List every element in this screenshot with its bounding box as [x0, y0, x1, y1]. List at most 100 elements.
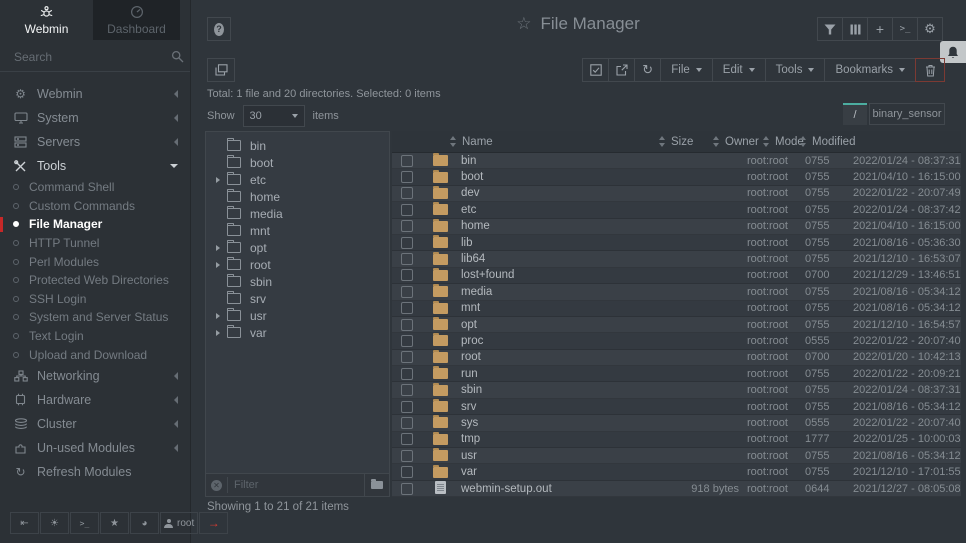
sidebar-item-networking[interactable]: Networking: [0, 364, 190, 388]
copy-path-button[interactable]: [207, 58, 235, 82]
tab-webmin[interactable]: Webmin: [0, 0, 93, 40]
refresh-button[interactable]: ↻: [634, 58, 661, 82]
edit-menu-button[interactable]: Edit: [712, 58, 766, 82]
row-checkbox[interactable]: [401, 302, 413, 314]
tree-item-srv[interactable]: srv: [206, 290, 389, 307]
tree-item-mnt[interactable]: mnt: [206, 222, 389, 239]
tree-item-sbin[interactable]: sbin: [206, 273, 389, 290]
collapse-sidebar-button[interactable]: ⇤: [10, 512, 39, 534]
row-checkbox[interactable]: [401, 204, 413, 216]
table-row-sbin[interactable]: sbin root:root 0755 2022/01/24 - 08:37:3…: [392, 382, 961, 398]
sidebar-item-refresh-modules[interactable]: ↻ Refresh Modules: [0, 460, 190, 484]
row-checkbox[interactable]: [401, 187, 413, 199]
breadcrumb-root[interactable]: /: [843, 103, 867, 125]
table-row-bin[interactable]: bin root:root 0755 2022/01/24 - 08:37:31: [392, 153, 961, 169]
expand-caret-icon[interactable]: [216, 262, 220, 268]
table-row-sys[interactable]: sys root:root 0555 2022/01/22 - 20:07:40: [392, 415, 961, 431]
row-checkbox[interactable]: [401, 253, 413, 265]
tree-folder-toggle[interactable]: [364, 474, 389, 496]
sidebar-item-custom-commands[interactable]: Custom Commands: [0, 197, 190, 216]
file-name[interactable]: lost+found: [458, 269, 624, 281]
file-name[interactable]: proc: [458, 335, 624, 347]
breadcrumb-segment[interactable]: binary_sensor: [869, 103, 945, 125]
expand-caret-icon[interactable]: [216, 330, 220, 336]
sidebar-item-file-manager[interactable]: File Manager: [0, 215, 190, 234]
row-checkbox[interactable]: [401, 335, 413, 347]
file-name[interactable]: usr: [458, 450, 624, 462]
sidebar-item-command-shell[interactable]: Command Shell: [0, 178, 190, 197]
tree-item-bin[interactable]: bin: [206, 137, 389, 154]
table-row-dev[interactable]: dev root:root 0755 2022/01/22 - 20:07:49: [392, 186, 961, 202]
table-row-proc[interactable]: proc root:root 0555 2022/01/22 - 20:07:4…: [392, 333, 961, 349]
show-items-select[interactable]: 30: [243, 105, 305, 127]
table-row-usr[interactable]: usr root:root 0755 2021/08/16 - 05:34:12: [392, 448, 961, 464]
row-checkbox[interactable]: [401, 237, 413, 249]
file-name[interactable]: root: [458, 351, 624, 363]
table-row-srv[interactable]: srv root:root 0755 2021/08/16 - 05:34:12: [392, 399, 961, 415]
row-checkbox[interactable]: [401, 220, 413, 232]
theme-button[interactable]: ☀: [40, 512, 69, 534]
file-name[interactable]: etc: [458, 204, 624, 216]
stats-button[interactable]: ◕: [130, 512, 159, 534]
file-name[interactable]: bin: [458, 155, 624, 167]
table-row-run[interactable]: run root:root 0755 2022/01/22 - 20:09:21: [392, 366, 961, 382]
tree-item-root[interactable]: root: [206, 256, 389, 273]
sidebar-item-system-and-server-status[interactable]: System and Server Status: [0, 308, 190, 327]
row-checkbox[interactable]: [401, 368, 413, 380]
file-name[interactable]: run: [458, 368, 624, 380]
terminal-button[interactable]: >_: [70, 512, 99, 534]
file-name[interactable]: dev: [458, 187, 624, 199]
sidebar-item-system[interactable]: System: [0, 106, 190, 130]
tree-item-etc[interactable]: etc: [206, 171, 389, 188]
new-button[interactable]: +: [867, 17, 893, 41]
columns-button[interactable]: [842, 17, 868, 41]
row-checkbox[interactable]: [401, 171, 413, 183]
expand-caret-icon[interactable]: [216, 245, 220, 251]
file-name[interactable]: lib64: [458, 253, 624, 265]
file-name[interactable]: media: [458, 286, 624, 298]
row-checkbox[interactable]: [401, 401, 413, 413]
row-checkbox[interactable]: [401, 269, 413, 281]
row-checkbox[interactable]: [401, 155, 413, 167]
row-checkbox[interactable]: [401, 384, 413, 396]
tree-item-media[interactable]: media: [206, 205, 389, 222]
search-icon[interactable]: [171, 50, 184, 63]
file-name[interactable]: mnt: [458, 302, 624, 314]
sidebar-item-tools[interactable]: Tools: [0, 154, 190, 178]
tree-filter-input[interactable]: [227, 477, 364, 493]
sidebar-item-perl-modules[interactable]: Perl Modules: [0, 252, 190, 271]
sidebar-item-ssh-login[interactable]: SSH Login: [0, 290, 190, 309]
file-name[interactable]: sys: [458, 417, 624, 429]
table-row-lib[interactable]: lib root:root 0755 2021/08/16 - 05:36:30: [392, 235, 961, 251]
file-name[interactable]: tmp: [458, 433, 624, 445]
table-row-root[interactable]: root root:root 0700 2022/01/20 - 10:42:1…: [392, 350, 961, 366]
tree-item-opt[interactable]: opt: [206, 239, 389, 256]
file-menu-button[interactable]: File: [660, 58, 713, 82]
tree-item-var[interactable]: var: [206, 324, 389, 341]
sidebar-item-servers[interactable]: Servers: [0, 130, 190, 154]
tools-menu-button[interactable]: Tools: [765, 58, 826, 82]
tree-item-home[interactable]: home: [206, 188, 389, 205]
trash-button[interactable]: [915, 58, 945, 82]
table-row-lib64[interactable]: lib64 root:root 0755 2021/12/10 - 16:53:…: [392, 251, 961, 267]
table-row-var[interactable]: var root:root 0755 2021/12/10 - 17:01:55: [392, 464, 961, 480]
shell-button[interactable]: >_: [892, 17, 918, 41]
settings-button[interactable]: ⚙: [917, 17, 943, 41]
sidebar-item-upload-and-download[interactable]: Upload and Download: [0, 345, 190, 364]
sidebar-item-text-login[interactable]: Text Login: [0, 327, 190, 346]
search-input[interactable]: [12, 49, 171, 65]
favorites-button[interactable]: ★: [100, 512, 129, 534]
row-checkbox[interactable]: [401, 466, 413, 478]
table-row-webmin-setup-out[interactable]: webmin-setup.out 918 bytes root:root 064…: [392, 481, 961, 497]
sidebar-item-hardware[interactable]: Hardware: [0, 388, 190, 412]
file-name[interactable]: opt: [458, 319, 624, 331]
table-row-tmp[interactable]: tmp root:root 1777 2022/01/25 - 10:00:03: [392, 432, 961, 448]
row-checkbox[interactable]: [401, 433, 413, 445]
row-checkbox[interactable]: [401, 351, 413, 363]
table-row-media[interactable]: media root:root 0755 2021/08/16 - 05:34:…: [392, 284, 961, 300]
sidebar-item-unused-modules[interactable]: Un-used Modules: [0, 436, 190, 460]
table-row-lost-found[interactable]: lost+found root:root 0700 2021/12/29 - 1…: [392, 268, 961, 284]
sidebar-item-webmin[interactable]: ⚙ Webmin: [0, 82, 190, 106]
table-row-opt[interactable]: opt root:root 0755 2021/12/10 - 16:54:57: [392, 317, 961, 333]
table-row-etc[interactable]: etc root:root 0755 2022/01/24 - 08:37:42: [392, 202, 961, 218]
